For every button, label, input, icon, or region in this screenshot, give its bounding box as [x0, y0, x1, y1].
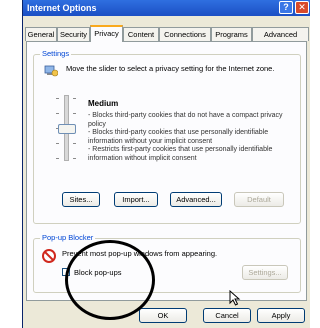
help-button[interactable]: ?: [279, 1, 293, 14]
slider-tick: [56, 143, 59, 144]
tab-connections[interactable]: Connections: [159, 27, 211, 41]
title-bar: Internet Options ? ✕: [23, 0, 310, 16]
window-title: Internet Options: [27, 3, 97, 13]
default-button[interactable]: Default: [234, 192, 284, 207]
privacy-description-3: - Restricts first-party cookies that use…: [88, 146, 273, 162]
no-entry-icon: [42, 249, 56, 263]
advanced-button[interactable]: Advanced...: [170, 192, 222, 207]
slider-tick: [73, 113, 76, 114]
privacy-panel: Settings Move the slider to select a pri…: [26, 41, 307, 301]
mouse-cursor-icon: [229, 289, 241, 308]
tab-general[interactable]: General: [25, 27, 57, 41]
tab-privacy[interactable]: Privacy: [90, 25, 123, 42]
annotation-circle: [65, 240, 155, 320]
privacy-slider-thumb[interactable]: [58, 124, 76, 134]
cancel-button[interactable]: Cancel: [203, 308, 251, 323]
close-button[interactable]: ✕: [295, 1, 309, 14]
slider-tick: [56, 113, 59, 114]
privacy-description-1: - Blocks third-party cookies that do not…: [88, 112, 283, 128]
settings-group: Settings Move the slider to select a pri…: [33, 49, 301, 224]
tab-security[interactable]: Security: [57, 27, 90, 41]
tab-programs[interactable]: Programs: [211, 27, 252, 41]
slider-tick: [73, 143, 76, 144]
slider-tick: [56, 158, 59, 159]
tab-strip: General Security Privacy Content Connect…: [25, 25, 309, 42]
slider-tick: [56, 98, 59, 99]
tab-content[interactable]: Content: [123, 27, 159, 41]
apply-button[interactable]: Apply: [257, 308, 305, 323]
slider-tick: [73, 158, 76, 159]
slider-tick: [73, 98, 76, 99]
sites-button[interactable]: Sites...: [62, 192, 100, 207]
privacy-description-2: - Blocks third-party cookies that use pe…: [88, 129, 269, 145]
popup-group-label: Pop-up Blocker: [40, 233, 96, 242]
tab-advanced[interactable]: Advanced: [252, 27, 309, 41]
privacy-icon: [44, 65, 59, 77]
import-button[interactable]: Import...: [114, 192, 158, 207]
ok-button[interactable]: OK: [139, 308, 187, 323]
slider-instruction: Move the slider to select a privacy sett…: [66, 64, 275, 73]
settings-group-label: Settings: [40, 49, 72, 58]
popup-settings-button[interactable]: Settings...: [242, 265, 288, 280]
privacy-level-label: Medium: [88, 99, 119, 108]
